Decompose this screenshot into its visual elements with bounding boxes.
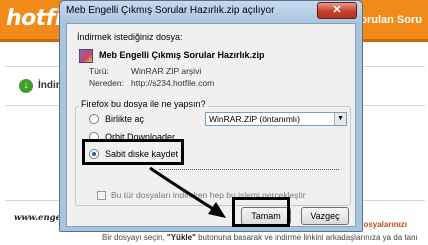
dialog-titlebar[interactable]: Meb Engelli Çıkmış Sorular Hazırlık.zip …	[60, 1, 362, 23]
action-question: Firefox bu dosya ile ne yapsın?	[79, 99, 208, 109]
focus-outline	[159, 169, 339, 170]
source-value: http://s234.hotfile.com	[131, 78, 215, 88]
radio-open-with[interactable]	[89, 114, 99, 124]
close-button[interactable]: ✕	[317, 2, 357, 19]
highlight-save-option	[82, 139, 184, 165]
source-label: Nereden:	[89, 78, 124, 88]
chevron-down-icon[interactable]: ▼	[334, 113, 346, 125]
type-value: WinRAR ZIP arşivi	[131, 66, 202, 76]
file-heading: İndirmek istediğiniz dosya:	[77, 32, 183, 42]
winrar-file-icon	[79, 49, 93, 63]
download-arrow-icon: ↓	[19, 79, 33, 93]
site-instructions: Bir dosyayı seçin, "Yükle" butonuna basa…	[102, 233, 418, 242]
hotfile-logo: hotfi	[6, 6, 62, 31]
download-dialog: Meb Engelli Çıkmış Sorular Hazırlık.zip …	[59, 0, 363, 232]
type-label: Türü:	[89, 66, 109, 76]
dialog-content: İndirmek istediğiniz dosya: Meb Engelli …	[66, 23, 356, 227]
highlight-ok-button	[232, 197, 290, 227]
file-name: Meb Engelli Çıkmış Sorular Hazırlık.zip	[99, 50, 265, 60]
cancel-button[interactable]: Vazgeç	[301, 207, 349, 225]
remember-checkbox[interactable]	[97, 191, 106, 200]
open-with-select[interactable]: WinRAR.ZIP (öntanımlı) ▼	[205, 112, 347, 126]
download-section-title: İndir	[38, 80, 60, 91]
open-with-value: WinRAR.ZIP (öntanımlı)	[209, 114, 301, 124]
dialog-title: Meb Engelli Çıkmış Sorular Hazırlık.zip …	[66, 5, 275, 16]
open-with-label[interactable]: Birlikte aç	[105, 114, 144, 124]
